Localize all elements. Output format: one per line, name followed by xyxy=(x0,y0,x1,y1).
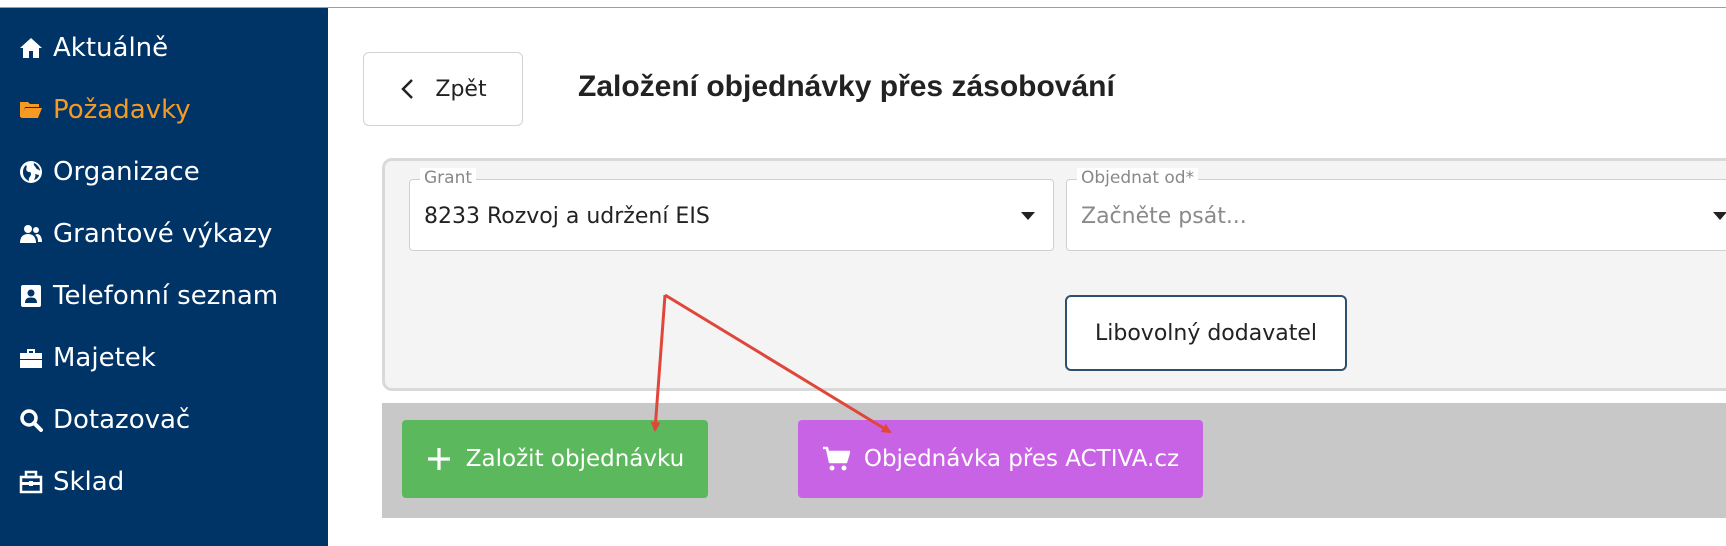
create-order-label: Založit objednávku xyxy=(465,446,685,472)
sidebar-item-label: Grantové výkazy xyxy=(53,219,273,249)
sidebar-item-sklad[interactable]: Sklad xyxy=(18,462,124,502)
sidebar-item-label: Telefonní seznam xyxy=(53,281,279,311)
sidebar-item-label: Sklad xyxy=(53,467,125,497)
sidebar-item-label: Organizace xyxy=(53,157,200,187)
top-border xyxy=(0,0,1726,8)
activa-order-label: Objednávka přes ACTIVA.cz xyxy=(863,446,1180,472)
back-button[interactable]: Zpět xyxy=(363,52,523,126)
address-book-icon xyxy=(18,283,44,309)
sidebar-item-telefonni-seznam[interactable]: Telefonní seznam xyxy=(18,276,278,316)
grant-field[interactable]: Grant 8233 Rozvoj a udržení EIS xyxy=(409,168,1054,251)
toolbox-icon xyxy=(18,345,44,371)
sidebar-item-grantove-vykazy[interactable]: Grantové výkazy xyxy=(18,214,272,254)
sidebar-item-label: Požadavky xyxy=(53,95,191,125)
search-icon xyxy=(18,407,44,433)
order-form-panel: Grant 8233 Rozvoj a udržení EIS Objednat… xyxy=(382,158,1726,391)
order-from-input[interactable]: Začněte psát... xyxy=(1081,204,1247,229)
grant-field-label: Grant xyxy=(420,168,477,188)
grant-field-value[interactable]: 8233 Rozvoj a udržení EIS xyxy=(424,204,710,229)
page-title: Založení objednávky přes zásobování xyxy=(578,70,1115,103)
warehouse-icon xyxy=(18,469,44,495)
order-from-field-label: Objednat od* xyxy=(1077,168,1199,188)
users-icon xyxy=(18,221,44,247)
chevron-left-icon xyxy=(401,79,414,99)
folder-open-icon xyxy=(18,97,44,123)
caret-down-icon[interactable] xyxy=(1713,212,1726,220)
shopping-cart-icon xyxy=(822,446,850,472)
sidebar-item-label: Dotazovač xyxy=(53,405,191,435)
sidebar: Aktuálně Požadavky Organizace Grantové v… xyxy=(0,8,328,546)
sidebar-item-majetek[interactable]: Majetek xyxy=(18,338,156,378)
plus-icon xyxy=(426,446,452,472)
caret-down-icon[interactable] xyxy=(1021,212,1035,220)
main-content: Zpět Založení objednávky přes zásobování… xyxy=(328,8,1726,546)
sidebar-item-dotazovac[interactable]: Dotazovač xyxy=(18,400,190,440)
sidebar-item-aktualne[interactable]: Aktuálně xyxy=(18,28,168,68)
sidebar-item-label: Aktuálně xyxy=(53,33,169,63)
sidebar-item-label: Majetek xyxy=(53,343,156,373)
sidebar-item-organizace[interactable]: Organizace xyxy=(18,152,200,192)
home-icon xyxy=(18,35,44,61)
action-bar: Založit objednávku Objednávka přes ACTIV… xyxy=(382,403,1726,518)
sidebar-item-pozadavky[interactable]: Požadavky xyxy=(18,90,191,130)
activa-order-button[interactable]: Objednávka přes ACTIVA.cz xyxy=(798,420,1203,498)
any-supplier-button[interactable]: Libovolný dodavatel xyxy=(1065,295,1347,371)
globe-icon xyxy=(18,159,44,185)
create-order-button[interactable]: Založit objednávku xyxy=(402,420,708,498)
back-button-label: Zpět xyxy=(435,76,487,102)
order-from-field[interactable]: Objednat od* Začněte psát... xyxy=(1066,168,1726,251)
